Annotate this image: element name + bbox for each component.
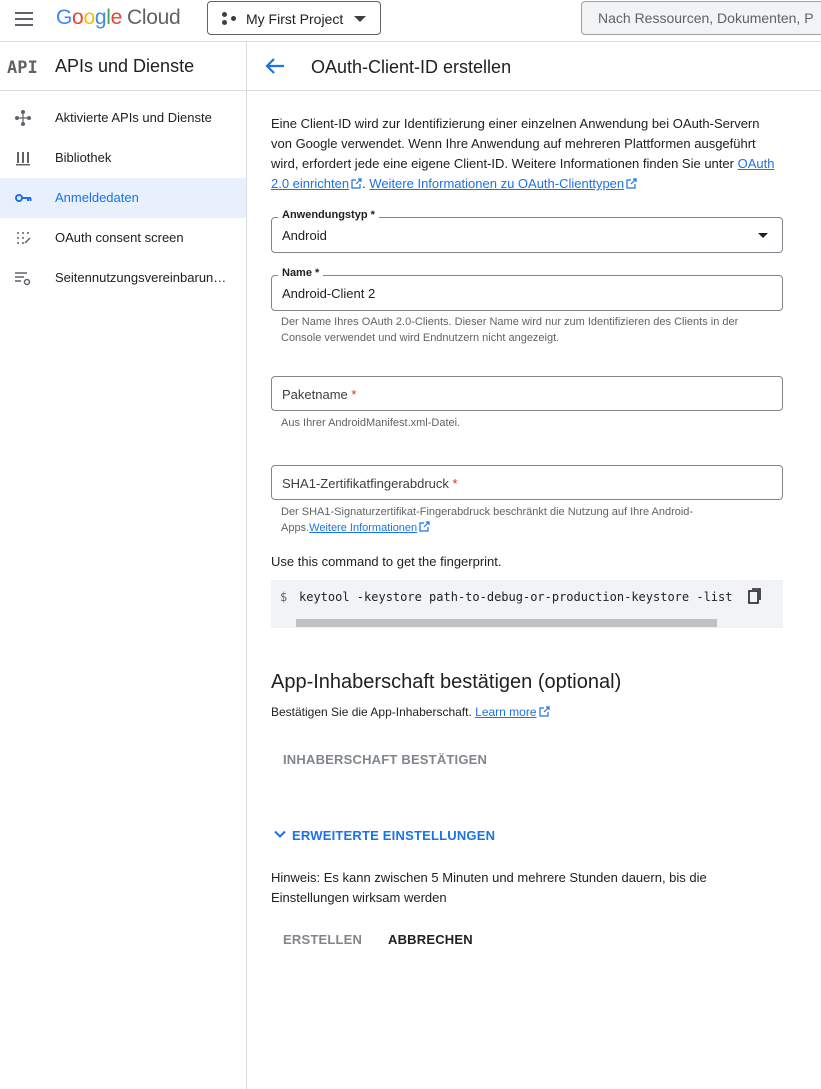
advanced-settings-label: ERWEITERTE EINSTELLUNGEN [292,828,496,843]
external-link-icon [626,178,637,189]
copy-icon[interactable] [748,588,762,604]
required-mark: * [370,209,375,221]
cancel-button[interactable]: ABBRECHEN [388,932,473,947]
package-name-placeholder: Paketname * [282,387,356,402]
page-header: OAuth-Client-ID erstellen [247,42,821,91]
menu-icon[interactable] [15,11,35,27]
advanced-settings-toggle[interactable]: ERWEITERTE EINSTELLUNGEN [271,828,495,843]
name-label: Name * [278,267,324,279]
caret-down-icon [354,16,366,22]
command-label: Use this command to get the fingerprint. [271,554,502,569]
sha1-fingerprint-field[interactable]: SHA1-Zertifikatfingerabdruck * [271,465,783,500]
sha1-placeholder: SHA1-Zertifikatfingerabdruck * [282,476,458,491]
package-name-help-text: Aus Ihrer AndroidManifest.xml-Datei. [281,417,461,429]
required-mark: * [452,476,458,491]
sidebar-item-enabled-apis[interactable]: Aktivierte APIs und Dienste [0,98,246,138]
sidebar-header: API APIs und Dienste [0,42,246,91]
project-name: My First Project [246,11,344,27]
external-link-icon [538,706,550,717]
package-name-field[interactable]: Paketname * [271,376,783,411]
application-type-label-text: Anwendungstyp [282,209,368,221]
dropdown-arrow-icon [758,233,768,238]
application-type-value: Android [282,228,327,243]
api-badge-icon: API [7,58,38,78]
application-type-label: Anwendungstyp * [278,209,379,221]
verify-ownership-button[interactable]: INHABERSCHAFT BESTÄTIGEN [283,752,487,767]
intro-body: Eine Client-ID wird zur Identifizierung … [271,116,760,171]
project-selector[interactable]: My First Project [207,1,381,35]
sidebar-item-label: Bibliothek [55,150,112,165]
sidebar-item-credentials[interactable]: Anmeldedaten [0,178,246,218]
sha1-label: SHA1-Zertifikatfingerabdruck [282,476,449,491]
sidebar-title: APIs und Dienste [55,56,195,76]
library-icon [16,152,30,166]
settings-note: Hinweis: Es kann zwischen 5 Minuten und … [271,870,707,905]
sidebar-item-page-usage-agreements[interactable]: Seitennutzungsvereinbarung… [0,258,246,298]
external-link-icon [419,521,430,532]
sidebar-item-label: OAuth consent screen [55,230,184,245]
back-arrow-icon[interactable] [264,56,286,76]
hub-icon [15,110,31,126]
learn-more-link[interactable]: Learn more [475,705,536,719]
create-button[interactable]: ERSTELLEN [283,932,362,947]
application-type-select[interactable]: Anwendungstyp * Android [271,209,783,253]
key-icon [15,194,32,202]
name-label-text: Name [282,267,312,279]
shell-prompt: $ [280,590,288,604]
sidebar-item-library[interactable]: Bibliothek [0,138,246,178]
consent-dots-icon [17,232,31,244]
sidebar-item-oauth-consent[interactable]: OAuth consent screen [0,218,246,258]
sidebar-item-label: Seitennutzungsvereinbarung… [55,270,233,285]
horizontal-scrollbar[interactable] [296,619,717,627]
external-link-icon [351,178,362,189]
chevron-down-icon [274,830,286,838]
ownership-text: Bestätigen Sie die App-Inhaberschaft. Le… [271,705,550,719]
ownership-heading: App-Inhaberschaft bestätigen (optional) [271,671,622,693]
page-title: OAuth-Client-ID erstellen [311,57,512,77]
required-mark: * [315,267,320,279]
project-icon [222,12,238,26]
name-field[interactable]: Name * Android-Client 2 [271,267,783,311]
ownership-body: Bestätigen Sie die App-Inhaberschaft. [271,705,476,719]
name-help-text: Der Name Ihres OAuth 2.0-Clients. Dieser… [281,316,739,344]
sidebar-item-label: Anmeldedaten [55,190,139,205]
search-input[interactable]: Nach Ressourcen, Dokumenten, P [581,1,821,35]
settings-list-icon [15,272,31,286]
command-code-block: $ keytool -keystore path-to-debug-or-pro… [271,580,783,628]
google-cloud-logo[interactable]: Google Cloud [56,5,181,31]
oauth-client-types-link[interactable]: Weitere Informationen zu OAuth-Clienttyp… [369,176,624,191]
top-bar: Google Cloud My First Project Nach Ressou… [0,0,821,42]
sidebar: API APIs und Dienste Aktivierte APIs und… [0,42,247,1089]
required-mark: * [351,387,357,402]
command-code: keytool -keystore path-to-debug-or-produ… [299,590,733,604]
package-name-label: Paketname [282,387,348,402]
sha1-more-info-link[interactable]: Weitere Informationen [309,522,417,534]
name-value: Android-Client 2 [282,286,376,301]
sidebar-item-label: Aktivierte APIs und Dienste [55,110,212,125]
sha1-help-text: Der SHA1-Signaturzertifikat-Fingerabdruc… [281,504,751,536]
intro-text: Eine Client-ID wird zur Identifizierung … [271,114,783,194]
